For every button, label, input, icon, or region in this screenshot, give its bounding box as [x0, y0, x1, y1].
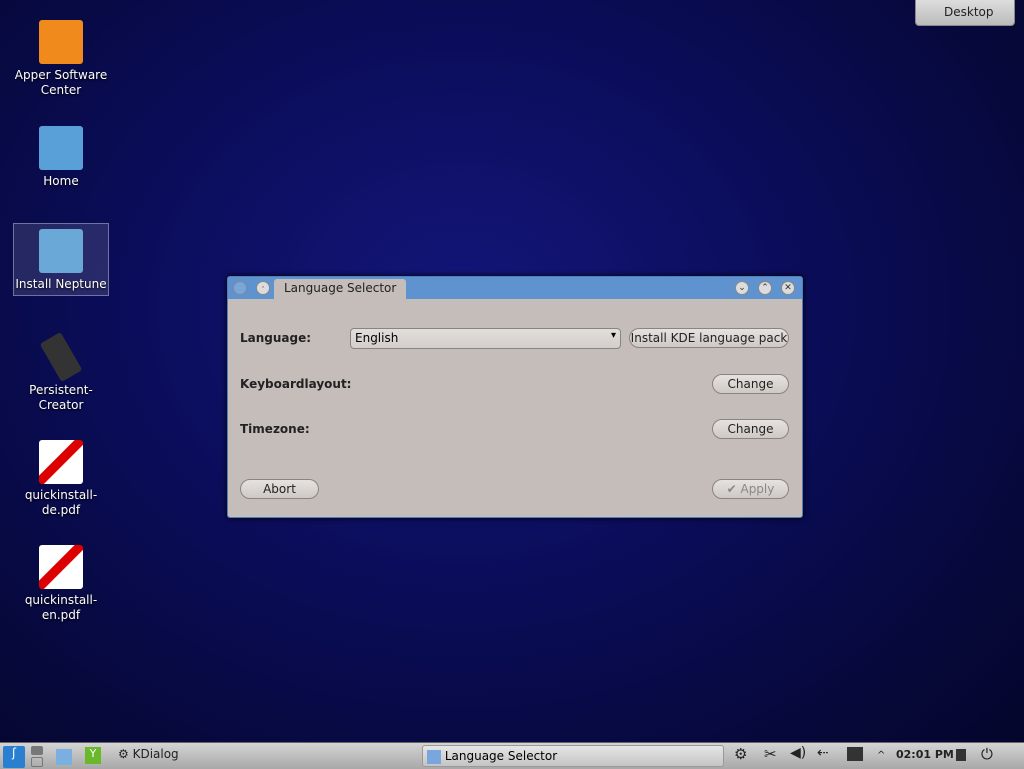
pager-desktop-2[interactable] — [31, 757, 43, 767]
kdialog-label: KDialog — [132, 747, 179, 761]
language-label: Language: — [240, 331, 312, 345]
gear-icon: ⚙ — [118, 747, 133, 761]
app-icon — [427, 749, 441, 764]
apper-icon — [39, 20, 83, 64]
timezone-label: Timezone: — [240, 422, 310, 436]
launcher-icon[interactable]: ʃ — [3, 746, 25, 768]
close-button[interactable]: ✕ — [781, 281, 795, 295]
expand-tray-icon[interactable]: ^ — [877, 750, 885, 761]
abort-button[interactable]: Abort — [240, 479, 319, 499]
title-bar[interactable]: · Language Selector ⌄ ⌃ ✕ — [228, 277, 802, 299]
icon-label: Home — [43, 174, 79, 188]
installer-icon — [39, 229, 83, 273]
lock-icon[interactable] — [956, 749, 966, 761]
updates-icon[interactable]: ⚙ — [734, 745, 747, 763]
file-manager-icon[interactable] — [56, 749, 72, 765]
desktop-icon-home[interactable]: Home — [13, 126, 109, 189]
scissors-icon[interactable]: ✂ — [764, 745, 777, 763]
pager-icon[interactable] — [31, 746, 43, 755]
maximize-button[interactable]: ⌃ — [758, 281, 772, 295]
chevron-down-icon: ▾ — [610, 330, 616, 341]
desktop-label: Desktop — [944, 5, 994, 19]
taskbar: ʃ Y ⚙ KDialog Language Selector ⚙ ✂ ◀) ⇠… — [0, 742, 1024, 769]
pdf-icon — [39, 440, 83, 484]
language-select[interactable]: English ▾ — [350, 328, 621, 349]
keyboard-change-button[interactable]: Change — [712, 374, 789, 394]
minimize-button[interactable]: ⌄ — [735, 281, 749, 295]
window-menu-button[interactable]: · — [256, 281, 270, 295]
language-selector-window: · Language Selector ⌄ ⌃ ✕ Language: Engl… — [227, 276, 803, 518]
icon-label: Install Neptune — [15, 277, 107, 291]
home-folder-icon — [39, 126, 83, 170]
icon-label: quickinstall-de.pdf — [24, 488, 98, 517]
task-language-selector[interactable]: Language Selector — [422, 745, 724, 767]
apply-label: Apply — [740, 482, 775, 496]
install-language-pack-button[interactable]: Install KDE language pack — [629, 328, 789, 348]
usb-stick-icon — [39, 331, 83, 383]
desktop-icon-persistent-creator[interactable]: Persistent-Creator — [13, 331, 109, 413]
network-icon[interactable] — [847, 747, 863, 761]
timezone-change-button[interactable]: Change — [712, 419, 789, 439]
kdialog-task[interactable]: ⚙ KDialog — [118, 747, 179, 761]
desktop-icon-apper[interactable]: Apper Software Center — [13, 20, 109, 98]
desktop-button[interactable]: Desktop — [915, 0, 1015, 26]
keyboard-layout-label: Keyboardlayout: — [240, 377, 352, 391]
task-label: Language Selector — [444, 749, 558, 763]
volume-icon[interactable]: ◀) — [790, 745, 806, 761]
icon-label: quickinstall-en.pdf — [24, 593, 98, 622]
check-icon: ✔ — [726, 482, 741, 496]
apply-button[interactable]: ✔ Apply — [712, 479, 789, 499]
window-title: Language Selector — [274, 279, 407, 299]
installer-icon[interactable]: Y — [85, 747, 101, 764]
usb-icon[interactable]: ⇠ — [817, 745, 829, 761]
pdf-icon — [39, 545, 83, 589]
clock[interactable]: 02:01 PM — [896, 748, 954, 761]
desktop-icon-quickinstall-en[interactable]: quickinstall-en.pdf — [13, 545, 109, 623]
desktop-icon-quickinstall-de[interactable]: quickinstall-de.pdf — [13, 440, 109, 518]
desktop-icon-install-neptune[interactable]: Install Neptune — [13, 223, 109, 296]
power-icon[interactable]: ⏻ — [981, 745, 993, 763]
language-value: English — [355, 331, 399, 345]
icon-label: Persistent-Creator — [29, 383, 93, 412]
app-icon — [233, 281, 247, 295]
icon-label: Apper Software Center — [14, 68, 108, 97]
